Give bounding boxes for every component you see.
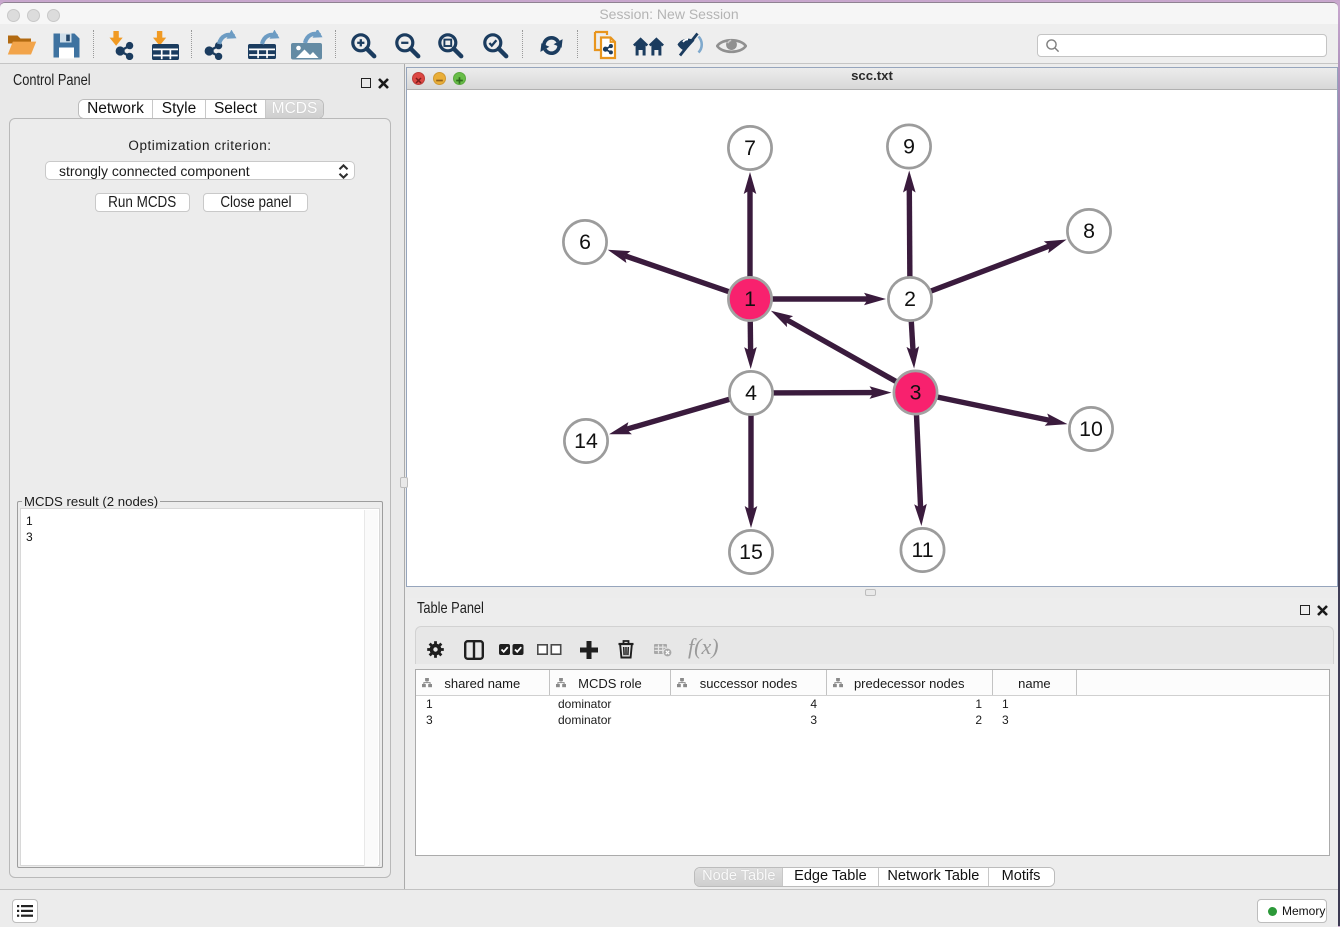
svg-text:1: 1 [744,287,756,311]
svg-text:6: 6 [579,230,591,254]
svg-text:7: 7 [744,136,756,160]
svg-text:15: 15 [739,540,763,564]
svg-text:10: 10 [1079,417,1103,441]
svg-text:11: 11 [911,538,933,562]
svg-text:2: 2 [904,287,916,311]
svg-text:9: 9 [903,135,915,159]
svg-text:3: 3 [910,381,922,405]
svg-text:14: 14 [574,429,598,453]
svg-text:8: 8 [1083,219,1095,243]
svg-text:4: 4 [745,381,757,405]
